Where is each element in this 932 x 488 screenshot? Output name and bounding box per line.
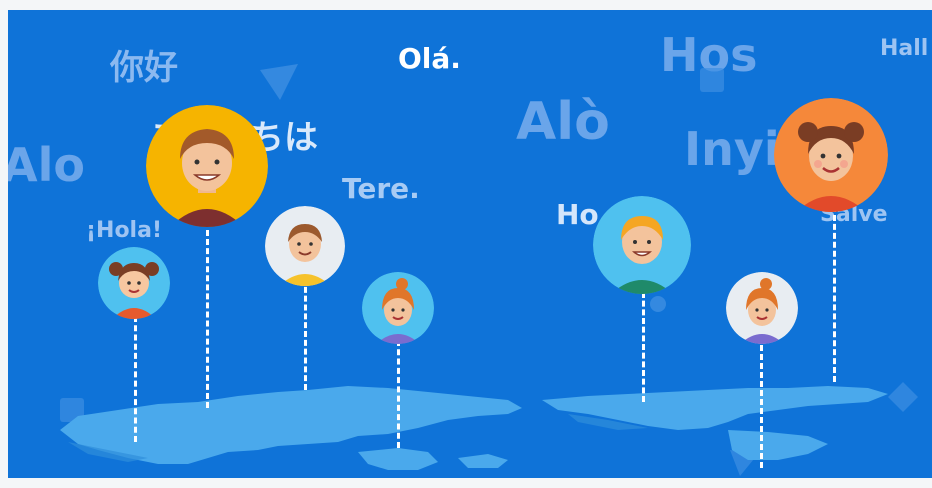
greeting-tere: Tere. <box>342 172 420 205</box>
greeting-nihao: 你好 <box>110 48 178 88</box>
greeting-inyi: Inyi <box>684 122 780 176</box>
greeting-ho: Ho <box>556 198 599 231</box>
greeting-ola: Olá. <box>398 42 461 75</box>
pin-line <box>134 316 137 442</box>
pin-line <box>304 278 307 390</box>
pin-line <box>833 206 836 382</box>
square-shape <box>700 68 724 92</box>
pin-line <box>760 336 763 468</box>
triangle-shape <box>260 64 298 100</box>
avatar-girl-ginger-2 <box>726 272 798 344</box>
pin-line <box>206 230 209 408</box>
greeting-hall: Hall <box>880 36 929 61</box>
pin-line <box>397 340 400 448</box>
scene-canvas: 你好 Olá. Hos Hall こんにちは Alo Alò Inyi Tere… <box>8 10 932 478</box>
greeting-alo-left: Alo <box>8 138 85 192</box>
avatar-girl <box>98 247 170 319</box>
world-map <box>60 386 888 470</box>
avatar-man <box>146 105 268 227</box>
avatar-girl-ginger <box>362 272 434 344</box>
avatar-girl-orange <box>774 98 888 212</box>
pin-line <box>642 292 645 402</box>
avatar-boy <box>265 206 345 286</box>
dot-shape <box>650 296 666 312</box>
greeting-hola: ¡Hola! <box>86 218 162 243</box>
avatar-blond-boy <box>593 196 691 294</box>
greeting-alo-mid: Alò <box>516 92 610 152</box>
